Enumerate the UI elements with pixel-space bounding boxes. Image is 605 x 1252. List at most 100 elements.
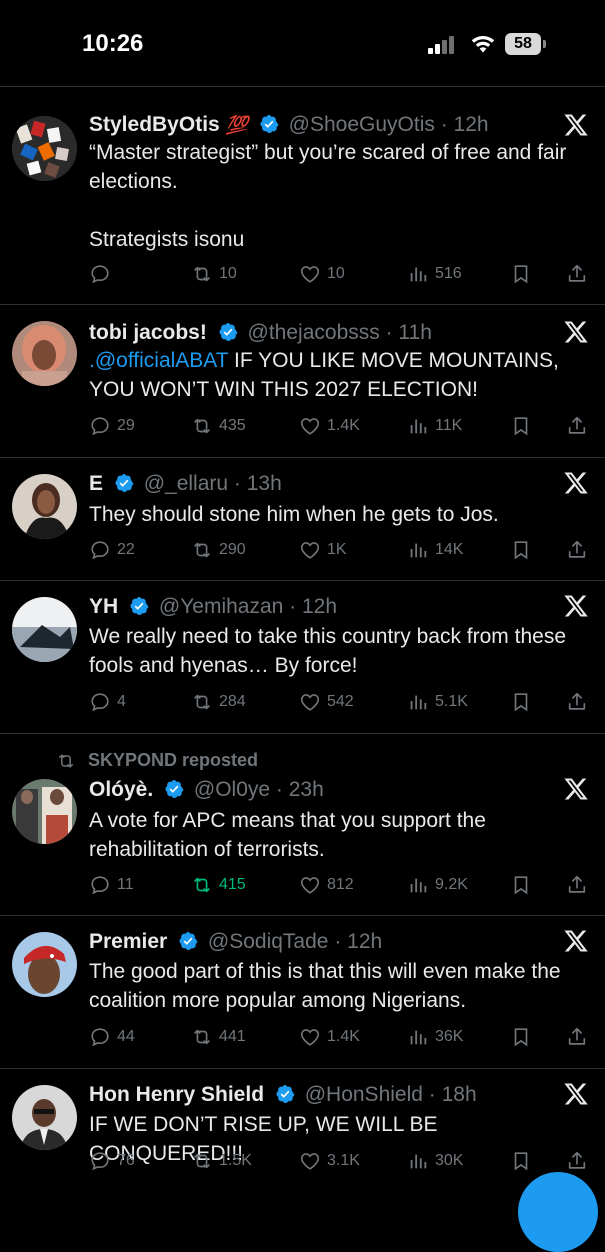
like-button[interactable]: 1.4K [299,1025,360,1049]
views-button[interactable]: 30K [407,1149,463,1173]
tweet[interactable]: YH @Yemihazan · 12h We really need to ta… [0,581,605,734]
bookmark-button[interactable] [510,538,538,562]
share-button[interactable] [566,538,594,562]
views-button[interactable]: 516 [407,262,462,286]
author-handle[interactable]: @Yemihazan [159,595,283,618]
share-button[interactable] [566,414,594,438]
repost-indicator[interactable]: SKYPOND reposted [56,750,258,771]
cellular-signal-icon [428,34,460,54]
views-count: 5.1K [435,693,468,710]
tweet[interactable]: SKYPOND reposted Olóyè. @Ol0ye · 23h A v… [0,734,605,916]
views-button[interactable]: 36K [407,1025,463,1049]
tweet[interactable]: Premier @SodiqTade · 12h The good part o… [0,916,605,1069]
share-button[interactable] [566,262,594,286]
x-logo-icon [563,776,589,802]
retweet-button[interactable]: 10 [191,262,237,286]
avatar[interactable] [12,321,77,386]
author-handle[interactable]: @HonShield [305,1083,423,1106]
share-button[interactable] [566,1025,594,1049]
views-count: 9.2K [435,876,468,893]
bookmark-icon [510,874,532,896]
tweet[interactable]: StyledByOtis 💯 @ShoeGuyOtis · 12h “Maste… [0,86,605,305]
avatar[interactable] [12,1085,77,1150]
author-name[interactable]: E [89,472,103,495]
tweet[interactable]: E @_ellaru · 13h They should stone him w… [0,458,605,581]
retweet-button[interactable]: 441 [191,1025,246,1049]
avatar[interactable] [12,779,77,844]
like-icon [299,1026,321,1048]
like-button[interactable]: 3.1K [299,1149,360,1173]
views-icon [407,263,429,285]
bookmark-button[interactable] [510,1149,538,1173]
retweet-button[interactable]: 1.5K [191,1149,252,1173]
retweet-icon [191,691,213,713]
views-button[interactable]: 11K [407,414,462,438]
like-button[interactable]: 1.4K [299,414,360,438]
share-button[interactable] [566,1149,594,1173]
reply-button[interactable] [89,262,117,286]
avatar[interactable] [12,116,77,181]
reply-button[interactable]: 11 [89,873,134,897]
views-count: 11K [435,417,463,434]
retweet-button[interactable]: 284 [191,690,246,714]
retweet-button[interactable]: 290 [191,538,246,562]
author-name[interactable]: StyledByOtis [89,113,220,136]
avatar[interactable] [12,932,77,997]
like-icon [299,691,321,713]
share-button[interactable] [566,873,594,897]
tweet-time: · 13h [233,472,282,495]
like-count: 1.4K [327,417,360,434]
tweet-header: Olóyè. @Ol0ye · 23h [89,778,324,802]
reply-button[interactable]: 29 [89,414,135,438]
like-button[interactable]: 1K [299,538,347,562]
author-name[interactable]: Olóyè. [89,778,153,801]
compose-post-button[interactable] [518,1172,598,1252]
avatar[interactable] [12,474,77,539]
author-handle[interactable]: @ShoeGuyOtis [289,113,435,136]
tweet-time: · 18h [428,1083,477,1106]
bookmark-button[interactable] [510,873,538,897]
author-handle[interactable]: @SodiqTade [208,930,329,953]
bookmark-button[interactable] [510,262,538,286]
tweet-time: · 12h [289,595,338,618]
mention-link[interactable]: .@officialABAT [89,349,228,372]
tweet-actions: 4 284 542 5.1K [89,690,589,714]
retweet-button[interactable]: 415 [191,873,246,897]
author-handle[interactable]: @thejacobsss [248,321,380,344]
reply-button[interactable]: 44 [89,1025,135,1049]
like-button[interactable]: 542 [299,690,354,714]
avatar[interactable] [12,597,77,662]
bookmark-button[interactable] [510,690,538,714]
views-icon [407,1150,429,1172]
reply-button[interactable]: 22 [89,538,135,562]
views-count: 516 [435,265,462,282]
tweet-text: .@officialABAT IF YOU LIKE MOVE MOUNTAIN… [89,346,589,404]
bookmark-button[interactable] [510,1025,538,1049]
tweet[interactable]: tobi jacobs! @thejacobsss · 11h .@offici… [0,305,605,458]
retweet-icon [191,1150,213,1172]
author-name[interactable]: YH [89,595,118,618]
verified-badge-icon [275,1084,295,1104]
like-icon [299,874,321,896]
views-button[interactable]: 5.1K [407,690,468,714]
tweet-header: E @_ellaru · 13h [89,472,282,496]
views-button[interactable]: 14K [407,538,463,562]
author-name[interactable]: Hon Henry Shield [89,1083,264,1106]
bookmark-button[interactable] [510,414,538,438]
bookmark-icon [510,691,532,713]
author-name[interactable]: Premier [89,930,167,953]
like-count: 812 [327,876,354,893]
like-button[interactable]: 10 [299,262,345,286]
x-logo-icon [563,112,589,138]
author-handle[interactable]: @_ellaru [144,472,228,495]
author-name[interactable]: tobi jacobs! [89,321,207,344]
reply-button[interactable]: 4 [89,690,126,714]
tweet[interactable]: Hon Henry Shield @HonShield · 18h IF WE … [0,1069,605,1200]
reply-button[interactable]: 76 [89,1149,135,1173]
share-button[interactable] [566,690,594,714]
views-button[interactable]: 9.2K [407,873,468,897]
author-handle[interactable]: @Ol0ye [194,778,270,801]
reply-icon [89,1026,111,1048]
retweet-button[interactable]: 435 [191,414,246,438]
like-button[interactable]: 812 [299,873,354,897]
